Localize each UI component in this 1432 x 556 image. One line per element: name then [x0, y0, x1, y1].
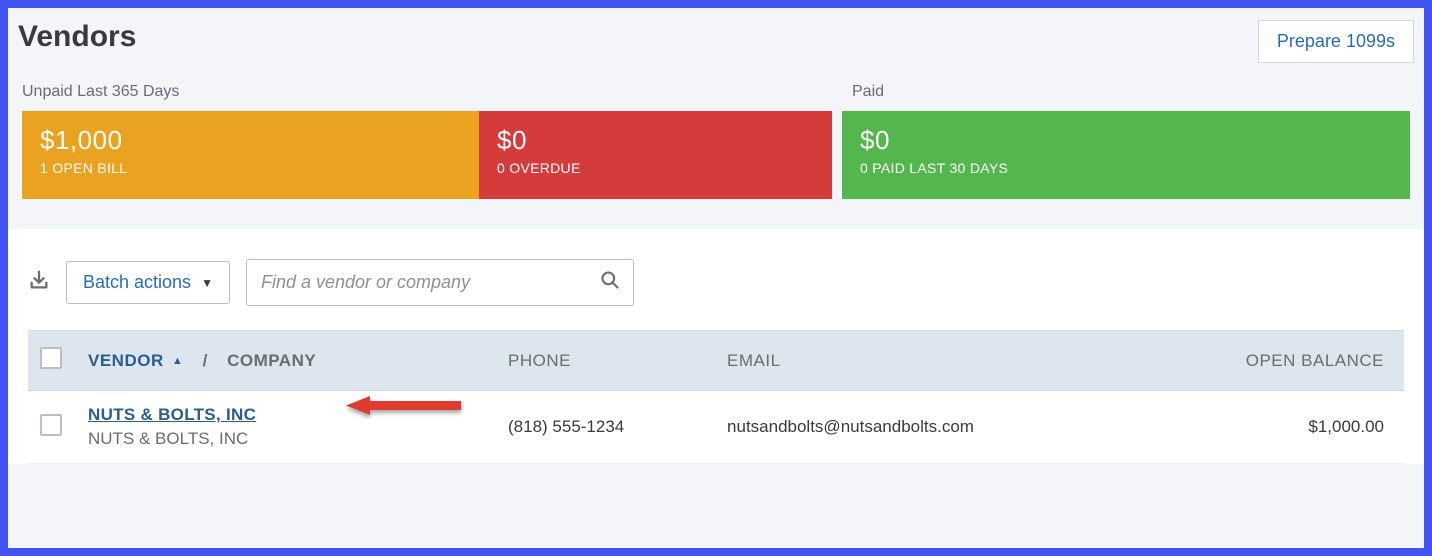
sort-asc-icon: ▲	[172, 355, 183, 367]
balance-column-header[interactable]: OPEN BALANCE	[1138, 331, 1404, 391]
vendor-company: NUTS & BOLTS, INC	[88, 429, 484, 449]
overdue-amount: $0	[497, 125, 814, 156]
vendors-table: VENDOR ▲ / COMPANY PHONE EMAIL OPEN BALA…	[28, 330, 1404, 464]
download-icon[interactable]	[28, 269, 50, 297]
search-wrap	[246, 259, 634, 306]
balance-cell: $1,000.00	[1138, 391, 1404, 464]
paid-amount: $0	[860, 125, 1392, 156]
search-icon[interactable]	[600, 270, 620, 296]
open-amount: $1,000	[40, 125, 457, 156]
open-bills-card[interactable]: $1,000 1 OPEN BILL	[22, 111, 475, 199]
batch-actions-button[interactable]: Batch actions ▼	[66, 261, 230, 304]
vendor-header-label: VENDOR	[88, 351, 164, 370]
table-section: Batch actions ▼	[8, 229, 1424, 464]
vendor-column-header[interactable]: VENDOR ▲ / COMPANY	[76, 331, 496, 391]
email-cell: nutsandbolts@nutsandbolts.com	[715, 391, 1138, 464]
vendor-cell: NUTS & BOLTS, INC NUTS & BOLTS, INC	[76, 391, 496, 464]
overdue-card[interactable]: $0 0 OVERDUE	[475, 111, 832, 199]
vendors-page: Vendors Prepare 1099s Unpaid Last 365 Da…	[8, 8, 1424, 548]
search-input[interactable]	[246, 259, 634, 306]
row-checkbox[interactable]	[40, 414, 62, 436]
table-row: NUTS & BOLTS, INC NUTS & BOLTS, INC	[28, 391, 1404, 464]
open-sublabel: 1 OPEN BILL	[40, 160, 457, 176]
paid-sublabel: 0 PAID LAST 30 DAYS	[860, 160, 1392, 176]
table-toolbar: Batch actions ▼	[28, 259, 1404, 306]
page-header: Vendors Prepare 1099s	[8, 8, 1424, 63]
unpaid-label: Unpaid Last 365 Days	[22, 83, 852, 101]
batch-label: Batch actions	[83, 272, 191, 293]
paid-label: Paid	[852, 83, 884, 101]
phone-cell: (818) 555-1234	[496, 391, 715, 464]
company-header-label: COMPANY	[227, 351, 316, 370]
row-checkbox-cell	[28, 391, 76, 464]
prepare-1099s-button[interactable]: Prepare 1099s	[1258, 20, 1414, 63]
header-checkbox-cell	[28, 331, 76, 391]
summary-cards: $1,000 1 OPEN BILL $0 0 OVERDUE $0 0 PAI…	[22, 111, 1410, 199]
overdue-sublabel: 0 OVERDUE	[497, 160, 814, 176]
table-header-row: VENDOR ▲ / COMPANY PHONE EMAIL OPEN BALA…	[28, 331, 1404, 391]
column-separator: /	[203, 351, 208, 370]
page-title: Vendors	[18, 20, 136, 54]
phone-column-header[interactable]: PHONE	[496, 331, 715, 391]
paid-card[interactable]: $0 0 PAID LAST 30 DAYS	[842, 111, 1410, 199]
vendor-link[interactable]: NUTS & BOLTS, INC	[88, 405, 256, 424]
select-all-checkbox[interactable]	[40, 347, 62, 369]
summary-section: Unpaid Last 365 Days Paid $1,000 1 OPEN …	[8, 63, 1424, 229]
summary-labels: Unpaid Last 365 Days Paid	[22, 83, 1410, 101]
chevron-down-icon: ▼	[201, 276, 213, 290]
email-column-header[interactable]: EMAIL	[715, 331, 1138, 391]
